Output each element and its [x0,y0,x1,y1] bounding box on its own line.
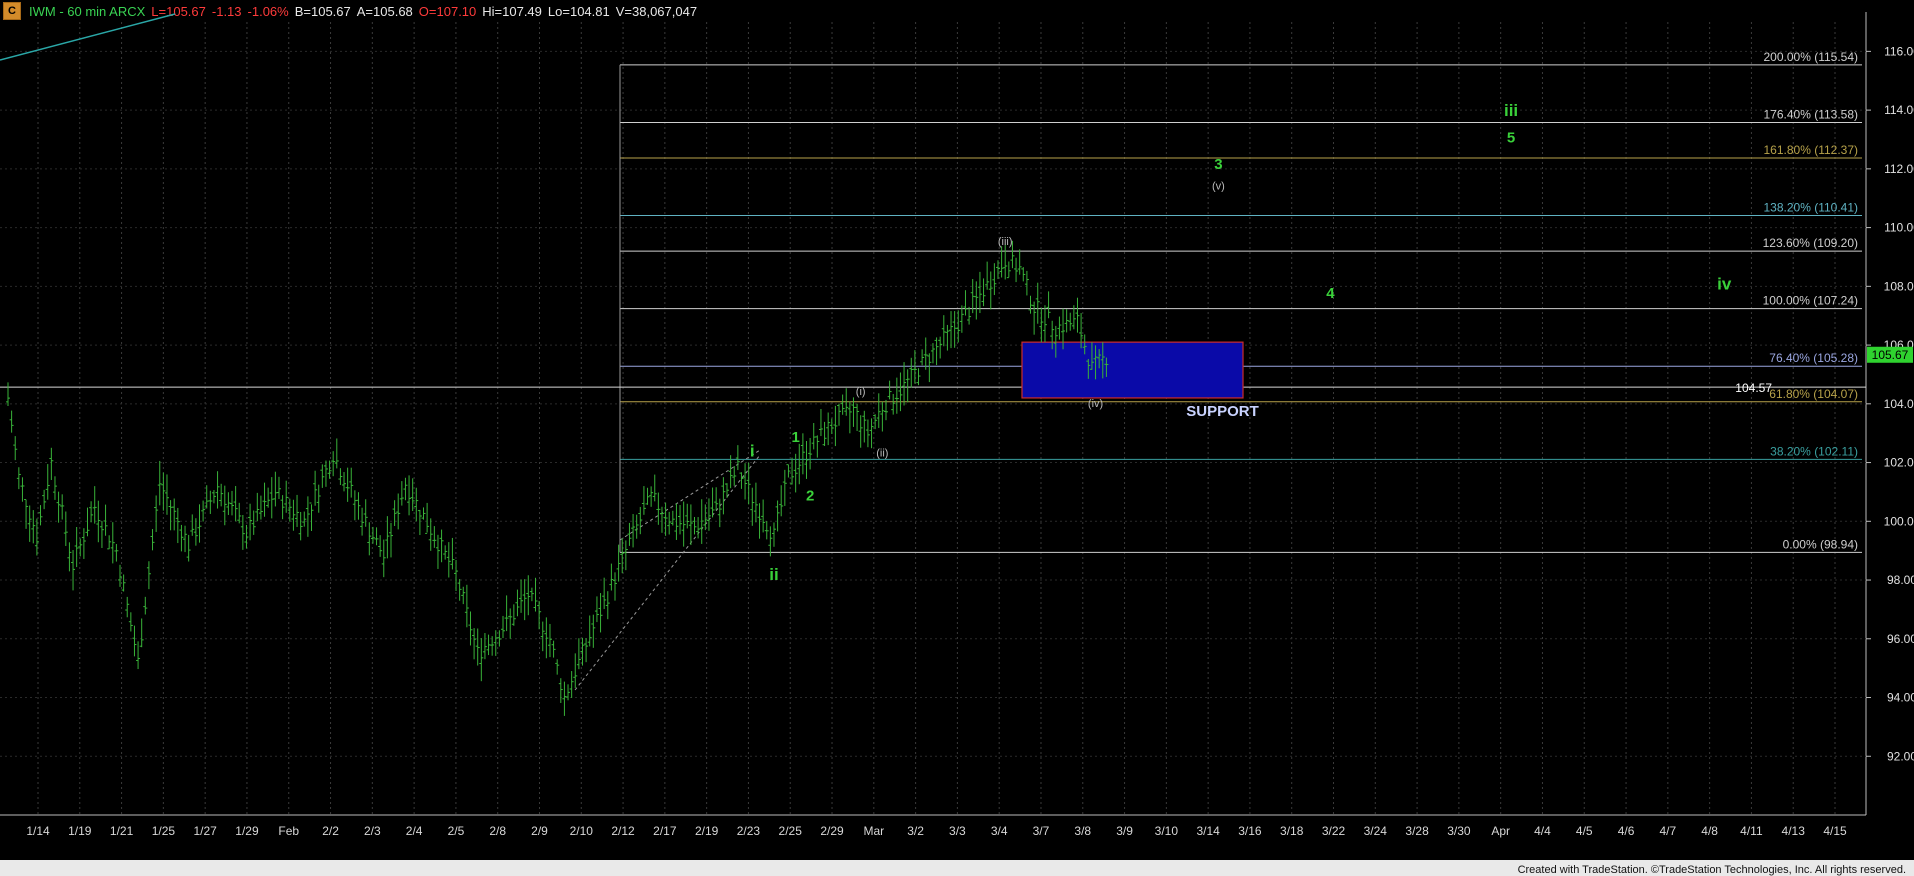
support-label: SUPPORT [1186,403,1259,420]
x-tick-label: 2/2 [322,824,339,838]
x-tick-label: 2/5 [448,824,465,838]
x-tick-label: Apr [1491,824,1510,838]
x-tick-label: 1/21 [110,824,134,838]
x-tick-label: 3/10 [1155,824,1179,838]
y-tick-label: 104.00 [1884,397,1914,411]
x-tick-label: 2/10 [570,824,594,838]
fib-level-label: 200.00% (115.54) [1763,50,1858,64]
fib-level-label: 100.00% (107.24) [1763,294,1858,308]
x-tick-label: Feb [278,824,299,838]
wave-label: (i) [856,386,866,398]
x-tick-label: 1/29 [235,824,259,838]
x-tick-label: 3/2 [907,824,924,838]
x-tick-label: 1/19 [68,824,92,838]
x-tick-label: 3/8 [1074,824,1091,838]
y-tick-label: 110.00 [1884,221,1914,235]
wave-label: 4 [1326,285,1335,302]
y-tick-label: 94.00 [1887,691,1914,705]
x-tick-label: 4/15 [1823,824,1847,838]
x-tick-label: 2/23 [737,824,761,838]
horizontal-line-label: 104.57 [1735,381,1772,395]
x-tick-label: 2/3 [364,824,381,838]
x-tick-label: 3/24 [1364,824,1388,838]
y-tick-label: 92.00 [1887,749,1914,763]
fib-level-label: 61.80% (104.07) [1769,387,1858,401]
support-zone [1021,341,1244,399]
x-tick-label: 2/17 [653,824,677,838]
y-tick-label: 112.00 [1884,162,1914,176]
wave-label: (ii) [876,448,888,460]
chart-root: C IWM - 60 min ARCX L=105.67 -1.13 -1.06… [0,0,1914,876]
x-tick-label: 3/7 [1033,824,1050,838]
fib-level-label: 138.20% (110.41) [1763,201,1858,215]
x-tick-label: 4/13 [1782,824,1806,838]
x-tick-label: 4/7 [1659,824,1676,838]
y-tick-label: 100.00 [1884,514,1914,528]
y-tick-label: 96.00 [1887,632,1914,646]
x-tick-label: 3/30 [1447,824,1471,838]
last-price-label: 105.67 [1872,348,1909,362]
x-tick-label: 2/29 [820,824,844,838]
footer-credit: Created with TradeStation. ©TradeStation… [1517,864,1906,876]
y-tick-label: 102.00 [1884,456,1914,470]
x-tick-label: 3/4 [991,824,1008,838]
x-tick-label: 1/25 [152,824,176,838]
fib-level-label: 176.40% (113.58) [1763,107,1858,121]
x-tick-label: 3/22 [1322,824,1346,838]
fib-level-label: 123.60% (109.20) [1763,236,1858,250]
x-tick-label: 3/14 [1196,824,1220,838]
wave-label: 1 [791,429,799,446]
x-tick-label: 4/6 [1618,824,1635,838]
y-tick-label: 108.00 [1884,279,1914,293]
x-tick-label: 2/19 [695,824,719,838]
x-tick-label: 2/4 [406,824,423,838]
y-tick-label: 114.00 [1884,103,1914,117]
price-chart[interactable]: 1/14 1/19 1/21 1/25 1/27 1/29 Feb 2/2 2/3 2/4 2/5 2… [0,0,1914,876]
wave-label: 2 [806,488,814,505]
y-tick-label: 98.00 [1887,573,1914,587]
x-tick-label: 2/25 [779,824,803,838]
x-tick-label: 2/12 [611,824,635,838]
fib-level-label: 161.80% (112.37) [1763,143,1858,157]
fib-level-label: 38.20% (102.11) [1770,444,1858,458]
fib-level-label: 76.40% (105.28) [1769,351,1858,365]
x-tick-label: 4/5 [1576,824,1593,838]
x-tick-label: 2/8 [489,824,506,838]
x-tick-label: 3/18 [1280,824,1304,838]
wave-label: (iii) [998,236,1013,248]
x-tick-label: 3/28 [1405,824,1429,838]
wave-label: iii [1504,101,1518,120]
x-tick-label: Mar [863,824,884,838]
x-tick-label: 4/4 [1534,824,1551,838]
x-tick-label: 1/14 [26,824,50,838]
y-tick-label: 116.00 [1884,44,1914,58]
wave-label: (v) [1212,180,1225,192]
wave-label: 3 [1214,156,1222,173]
wave-label: iv [1717,274,1732,293]
wave-label: i [750,442,755,461]
x-tick-label: 1/27 [193,824,217,838]
wave-label: 5 [1507,129,1515,146]
x-tick-label: 3/16 [1238,824,1262,838]
fib-level-label: 0.00% (98.94) [1783,537,1858,551]
x-tick-label: 3/9 [1116,824,1133,838]
wave-label: (iv) [1088,398,1103,410]
x-tick-label: 2/9 [531,824,548,838]
x-tick-label: 3/3 [949,824,966,838]
x-tick-label: 4/11 [1740,824,1763,838]
x-tick-label: 4/8 [1701,824,1718,838]
wave-label: ii [769,565,778,584]
